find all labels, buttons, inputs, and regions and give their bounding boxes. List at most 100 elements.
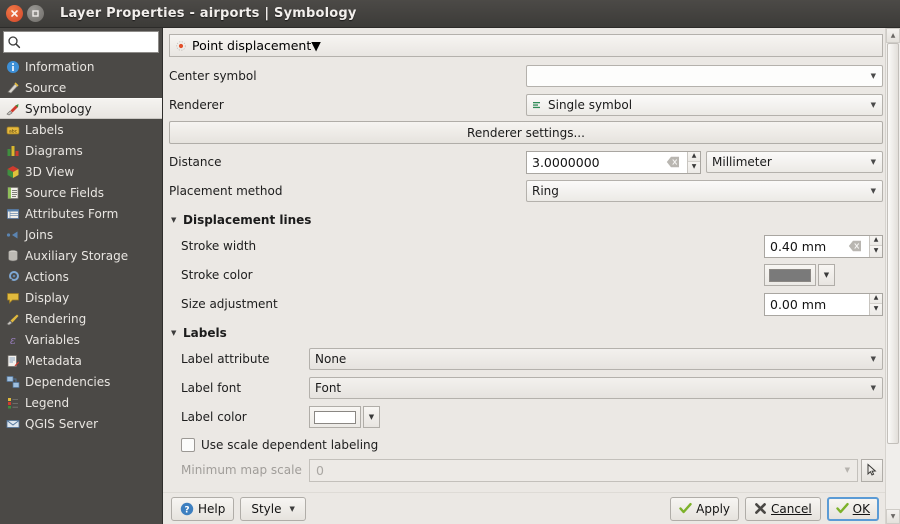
- cancel-button[interactable]: Cancel: [745, 496, 821, 521]
- label-color-picker[interactable]: ▼: [309, 406, 380, 428]
- symbology-content: Point displacement ▼ Center symbol ▼ Ren…: [169, 34, 883, 483]
- stroke-width-spinbox[interactable]: 0.40 mm ▲ ▼: [764, 234, 883, 258]
- stepper-up-icon[interactable]: ▲: [870, 293, 882, 304]
- chevron-down-icon: ▼: [870, 186, 876, 195]
- size-adjustment-stepper[interactable]: ▲ ▼: [869, 293, 882, 315]
- sidebar-item-information[interactable]: Information: [0, 56, 162, 77]
- sidebar-item-rendering[interactable]: Rendering: [0, 308, 162, 329]
- sidebar: Information Source Symbology abc Labels …: [0, 28, 163, 524]
- stepper-up-icon[interactable]: ▲: [688, 151, 700, 162]
- stroke-width-value: 0.40 mm: [770, 238, 827, 254]
- sidebar-item-actions[interactable]: Actions: [0, 266, 162, 287]
- sidebar-item-source[interactable]: Source: [0, 77, 162, 98]
- label-attribute-combo[interactable]: None ▼: [309, 348, 883, 370]
- displacement-lines-group-header[interactable]: ▼ Displacement lines: [171, 209, 883, 231]
- search-icon: [7, 35, 21, 49]
- stroke-color-dropdown-button[interactable]: ▼: [818, 264, 835, 286]
- renderer-type-combo[interactable]: Point displacement ▼: [169, 34, 883, 57]
- use-scale-dependent-checkbox[interactable]: [181, 438, 195, 452]
- sidebar-item-labels[interactable]: abc Labels: [0, 119, 162, 140]
- sidebar-item-symbology[interactable]: Symbology: [0, 98, 162, 119]
- distance-spinbox[interactable]: 3.0000000 ▲ ▼: [526, 150, 701, 174]
- placement-method-combo[interactable]: Ring ▼: [526, 180, 883, 202]
- actions-icon: [5, 269, 20, 284]
- scrollbar-thumb[interactable]: [887, 43, 899, 444]
- stepper-up-icon[interactable]: ▲: [870, 235, 882, 246]
- label-color-dropdown-button[interactable]: ▼: [363, 406, 380, 428]
- placement-method-value: Ring: [532, 184, 559, 198]
- sidebar-item-qgis-server[interactable]: QGIS Server: [0, 413, 162, 434]
- maximize-window-button[interactable]: [27, 5, 44, 22]
- label-font-combo[interactable]: Font ▼: [309, 377, 883, 399]
- renderer-combo[interactable]: Single symbol ▼: [526, 94, 883, 116]
- apply-button[interactable]: Apply: [670, 496, 740, 521]
- sidebar-item-label: Attributes Form: [25, 206, 119, 221]
- sidebar-item-metadata[interactable]: Metadata: [0, 350, 162, 371]
- stroke-color-picker[interactable]: ▼: [764, 264, 835, 286]
- sidebar-item-label: Diagrams: [25, 143, 83, 158]
- sidebar-item-label: Source Fields: [25, 185, 104, 200]
- chevron-down-icon: ▼: [844, 466, 850, 474]
- distance-unit-combo[interactable]: Millimeter ▼: [706, 151, 883, 173]
- sidebar-item-variables[interactable]: ε Variables: [0, 329, 162, 350]
- collapse-triangle-icon[interactable]: ▼: [171, 216, 181, 224]
- scroll-up-button[interactable]: ▲: [886, 28, 900, 43]
- clear-icon[interactable]: [666, 156, 680, 169]
- style-button[interactable]: Style ▼: [240, 496, 306, 521]
- sidebar-item-auxiliary-storage[interactable]: Auxiliary Storage: [0, 245, 162, 266]
- sidebar-item-display[interactable]: Display: [0, 287, 162, 308]
- sidebar-nav: Information Source Symbology abc Labels …: [0, 55, 162, 524]
- sidebar-item-attributes-form[interactable]: Attributes Form: [0, 203, 162, 224]
- use-scale-dependent-labeling-row[interactable]: Use scale dependent labeling: [169, 433, 883, 457]
- metadata-icon: [5, 353, 20, 368]
- search-input[interactable]: [23, 34, 155, 50]
- attributes-form-icon: [5, 206, 20, 221]
- set-scale-from-canvas-button[interactable]: [861, 458, 883, 482]
- sidebar-item-dependencies[interactable]: Dependencies: [0, 371, 162, 392]
- sidebar-item-3d-view[interactable]: 3D View: [0, 161, 162, 182]
- distance-stepper[interactable]: ▲ ▼: [687, 151, 700, 173]
- chevron-down-icon: ▼: [870, 100, 876, 109]
- center-symbol-combo[interactable]: ▼: [526, 65, 883, 87]
- renderer-settings-button[interactable]: Renderer settings...: [169, 121, 883, 144]
- sidebar-item-diagrams[interactable]: Diagrams: [0, 140, 162, 161]
- window-title: Layer Properties - airports | Symbology: [60, 6, 357, 21]
- sidebar-item-label: Actions: [25, 269, 69, 284]
- stroke-width-stepper[interactable]: ▲ ▼: [869, 235, 882, 257]
- close-window-button[interactable]: [6, 5, 23, 22]
- dependencies-icon: [5, 374, 20, 389]
- source-icon: [5, 80, 20, 95]
- ok-button[interactable]: OK: [826, 496, 879, 521]
- distance-value: 3.0000000: [532, 154, 600, 170]
- scroll-down-button[interactable]: ▼: [886, 509, 900, 524]
- stepper-down-icon[interactable]: ▼: [688, 162, 700, 173]
- ok-label: OK: [852, 501, 870, 516]
- sidebar-item-source-fields[interactable]: Source Fields: [0, 182, 162, 203]
- vertical-scrollbar[interactable]: ▲ ▼: [885, 28, 900, 524]
- sidebar-item-joins[interactable]: Joins: [0, 224, 162, 245]
- svg-text:ε: ε: [10, 334, 16, 347]
- sidebar-item-label: Auxiliary Storage: [25, 248, 129, 263]
- scrollbar-track[interactable]: [886, 43, 900, 509]
- svg-text:abc: abc: [8, 128, 17, 134]
- stepper-down-icon[interactable]: ▼: [870, 304, 882, 315]
- renderer-type-label: Point displacement: [192, 38, 312, 53]
- label-color-swatch-button[interactable]: [309, 406, 361, 428]
- label-color-swatch: [314, 410, 356, 424]
- 3d-view-icon: [5, 164, 20, 179]
- sidebar-item-legend[interactable]: Legend: [0, 392, 162, 413]
- size-adjustment-spinbox[interactable]: 0.00 mm ▲ ▼: [764, 292, 883, 316]
- label-attribute-label: Label attribute: [181, 352, 270, 366]
- label-color-label: Label color: [181, 410, 247, 424]
- stroke-color-row: Stroke color ▼: [169, 262, 883, 288]
- help-button[interactable]: ? Help: [171, 496, 235, 521]
- labels-icon: abc: [5, 122, 20, 137]
- renderer-value: Single symbol: [548, 98, 633, 112]
- collapse-triangle-icon[interactable]: ▼: [171, 329, 181, 337]
- help-label: Help: [198, 501, 226, 516]
- search-box[interactable]: [3, 31, 159, 53]
- clear-icon[interactable]: [848, 240, 862, 253]
- labels-group-header[interactable]: ▼ Labels: [171, 322, 883, 344]
- stroke-color-swatch-button[interactable]: [764, 264, 816, 286]
- stepper-down-icon[interactable]: ▼: [870, 246, 882, 257]
